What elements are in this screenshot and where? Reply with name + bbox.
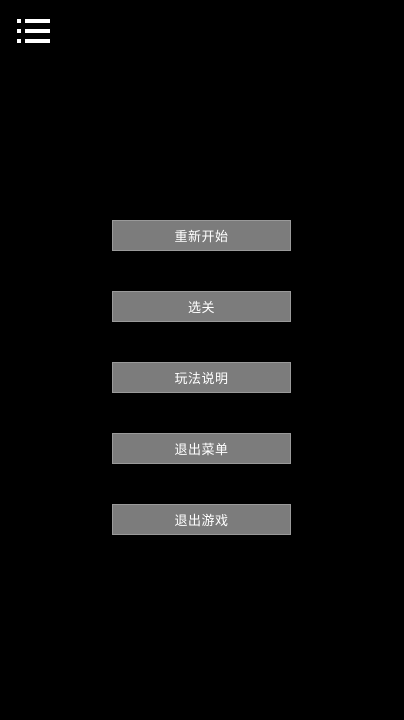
pause-menu: 重新开始 选关 玩法说明 退出菜单 退出游戏: [112, 220, 291, 575]
game-screen: 重新开始 选关 玩法说明 退出菜单 退出游戏: [0, 0, 404, 720]
exit-game-button[interactable]: 退出游戏: [112, 504, 291, 535]
level-select-button[interactable]: 选关: [112, 291, 291, 322]
restart-button[interactable]: 重新开始: [112, 220, 291, 251]
exit-menu-button[interactable]: 退出菜单: [112, 433, 291, 464]
hamburger-list-icon[interactable]: [16, 17, 52, 45]
how-to-play-button[interactable]: 玩法说明: [112, 362, 291, 393]
